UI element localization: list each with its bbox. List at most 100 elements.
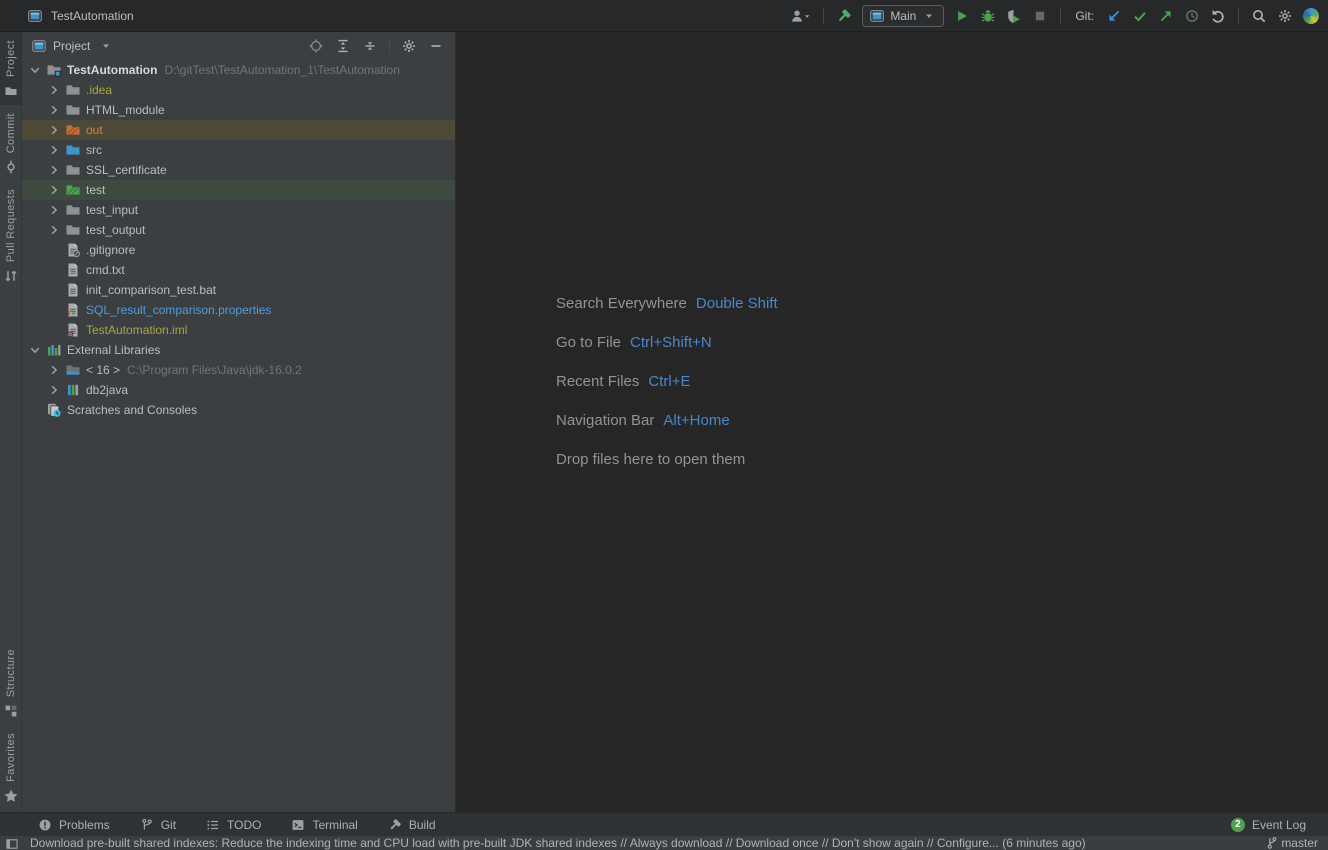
bottom-tab-label: TODO — [227, 818, 261, 832]
panel-settings-icon[interactable] — [401, 38, 417, 54]
tree-item-label: SSL_certificate — [86, 163, 167, 177]
bottom-tab-build[interactable]: Build — [388, 818, 436, 832]
bottom-tab-problems[interactable]: Problems — [38, 818, 110, 832]
tree-item-test-input[interactable]: test_input — [22, 200, 455, 220]
tool-favorites-icon — [3, 788, 19, 804]
shortcut-hint-recent-files: Recent FilesCtrl+E — [556, 362, 778, 401]
tree-item-html-module[interactable]: HTML_module — [22, 100, 455, 120]
run-with-coverage-icon[interactable] — [1006, 8, 1022, 24]
project-view-selector[interactable]: Project — [53, 39, 90, 53]
tree-item-testautomation[interactable]: TestAutomationD:\gitTest\TestAutomation_… — [22, 60, 455, 80]
git-commit-icon[interactable] — [1132, 8, 1148, 24]
tree-item-testautomation-iml[interactable]: TestAutomation.iml — [22, 320, 455, 340]
tree-item-src[interactable]: src — [22, 140, 455, 160]
tree-item-out[interactable]: out — [22, 120, 455, 140]
tool-window-layout-icon[interactable] — [5, 837, 19, 850]
tree-item-cmd-txt[interactable]: cmd.txt — [22, 260, 455, 280]
git-branch-icon — [140, 818, 154, 832]
file-text-icon — [65, 262, 85, 278]
chevron-right-icon[interactable] — [46, 362, 65, 378]
collapse-all-icon[interactable] — [362, 38, 378, 54]
tree-item-external-libraries[interactable]: External Libraries — [22, 340, 455, 360]
chevron-right-icon[interactable] — [46, 122, 65, 138]
tool-window-label: Favorites — [5, 733, 17, 782]
chevron-right-icon[interactable] — [46, 142, 65, 158]
bottom-tab-label: Terminal — [312, 818, 357, 832]
chevron-down-icon[interactable] — [98, 38, 114, 54]
undo-icon[interactable] — [1210, 8, 1226, 24]
build-icon[interactable] — [836, 8, 852, 24]
chevron-right-icon[interactable] — [46, 82, 65, 98]
tree-item-scratches-and-consoles[interactable]: Scratches and Consoles — [22, 400, 455, 420]
tool-window-button-project[interactable]: Project — [0, 32, 22, 105]
bottom-tab-git[interactable]: Git — [140, 818, 176, 832]
search-everywhere-icon[interactable] — [1251, 8, 1267, 24]
status-message-text: Download pre-built shared indexes: Reduc… — [30, 836, 617, 850]
tool-structure-icon — [3, 703, 19, 719]
chevron-right-icon[interactable] — [46, 202, 65, 218]
tool-window-button-favorites[interactable]: Favorites — [0, 725, 22, 810]
chevron-right-icon[interactable] — [46, 382, 65, 398]
tree-item-16[interactable]: < 16 >C:\Program Files\Java\jdk-16.0.2 — [22, 360, 455, 380]
tree-item-idea[interactable]: .idea — [22, 80, 455, 100]
hide-panel-icon[interactable] — [428, 38, 444, 54]
tree-item-sql-result-comparison-properties[interactable]: SQL_result_comparison.properties — [22, 300, 455, 320]
bottom-tab-terminal[interactable]: Terminal — [291, 818, 357, 832]
git-push-icon[interactable] — [1158, 8, 1174, 24]
tree-item-ssl-certificate[interactable]: SSL_certificate — [22, 160, 455, 180]
bottom-tab-todo[interactable]: TODO — [206, 818, 261, 832]
tree-item-label: db2java — [86, 383, 128, 397]
tool-window-button-structure[interactable]: Structure — [0, 641, 22, 725]
status-link-don-t-show-again[interactable]: Don't show again — [832, 836, 924, 850]
event-log-button[interactable]: 2 Event Log — [1231, 818, 1328, 832]
tree-item-init-comparison-test-bat[interactable]: init_comparison_test.bat — [22, 280, 455, 300]
history-icon[interactable] — [1184, 8, 1200, 24]
debug-icon[interactable] — [980, 8, 996, 24]
file-ignored-icon — [65, 242, 85, 258]
user-menu-icon[interactable] — [789, 8, 811, 24]
chevron-down-icon[interactable] — [27, 62, 46, 78]
tree-item-label: Scratches and Consoles — [67, 403, 197, 417]
tree-item-label: External Libraries — [67, 343, 160, 357]
app-icon — [27, 8, 43, 24]
status-link-configure[interactable]: Configure... — [937, 836, 999, 850]
chevron-right-icon[interactable] — [46, 222, 65, 238]
tree-item-label: HTML_module — [86, 103, 165, 117]
stop-icon[interactable] — [1032, 8, 1048, 24]
expand-all-icon[interactable] — [335, 38, 351, 54]
status-link-download-once[interactable]: Download once — [736, 836, 819, 850]
tree-item-db2java[interactable]: db2java — [22, 380, 455, 400]
tree-item-path: C:\Program Files\Java\jdk-16.0.2 — [127, 363, 302, 377]
chevron-spacer — [46, 322, 65, 338]
run-config-selector[interactable]: Main — [862, 5, 944, 27]
editor-area: Search EverywhereDouble ShiftGo to FileC… — [457, 32, 1328, 812]
tree-item-test-output[interactable]: test_output — [22, 220, 455, 240]
chevron-right-icon[interactable] — [46, 102, 65, 118]
run-icon[interactable] — [954, 8, 970, 24]
tree-item-test[interactable]: test — [22, 180, 455, 200]
drop-files-hint: Drop files here to open them — [556, 440, 778, 479]
status-timestamp: (6 minutes ago) — [999, 836, 1086, 850]
problems-icon — [38, 818, 52, 832]
tree-item-label: TestAutomation — [67, 63, 157, 77]
tool-window-label: Structure — [5, 649, 17, 697]
tool-window-button-commit[interactable]: Commit — [0, 105, 22, 181]
status-link-always-download[interactable]: Always download — [630, 836, 723, 850]
git-branch-widget[interactable]: master — [1265, 836, 1328, 850]
chevron-right-icon[interactable] — [46, 162, 65, 178]
chevron-spacer — [46, 262, 65, 278]
bottom-tabs: Problems Git TODO Terminal Build — [0, 818, 466, 832]
file-text-icon — [65, 282, 85, 298]
ide-sphere-icon[interactable] — [1303, 8, 1319, 24]
chevron-right-icon[interactable] — [46, 182, 65, 198]
chevron-down-icon[interactable] — [27, 342, 46, 358]
external-libraries-icon — [46, 342, 66, 358]
select-opened-file-icon[interactable] — [308, 38, 324, 54]
git-update-icon[interactable] — [1106, 8, 1122, 24]
settings-icon[interactable] — [1277, 8, 1293, 24]
chevron-down-icon — [921, 8, 937, 24]
status-bar: Download pre-built shared indexes: Reduc… — [0, 836, 1328, 850]
project-view-icon — [31, 38, 47, 54]
tool-window-button-pull-requests[interactable]: Pull Requests — [0, 181, 22, 290]
tree-item-gitignore[interactable]: .gitignore — [22, 240, 455, 260]
